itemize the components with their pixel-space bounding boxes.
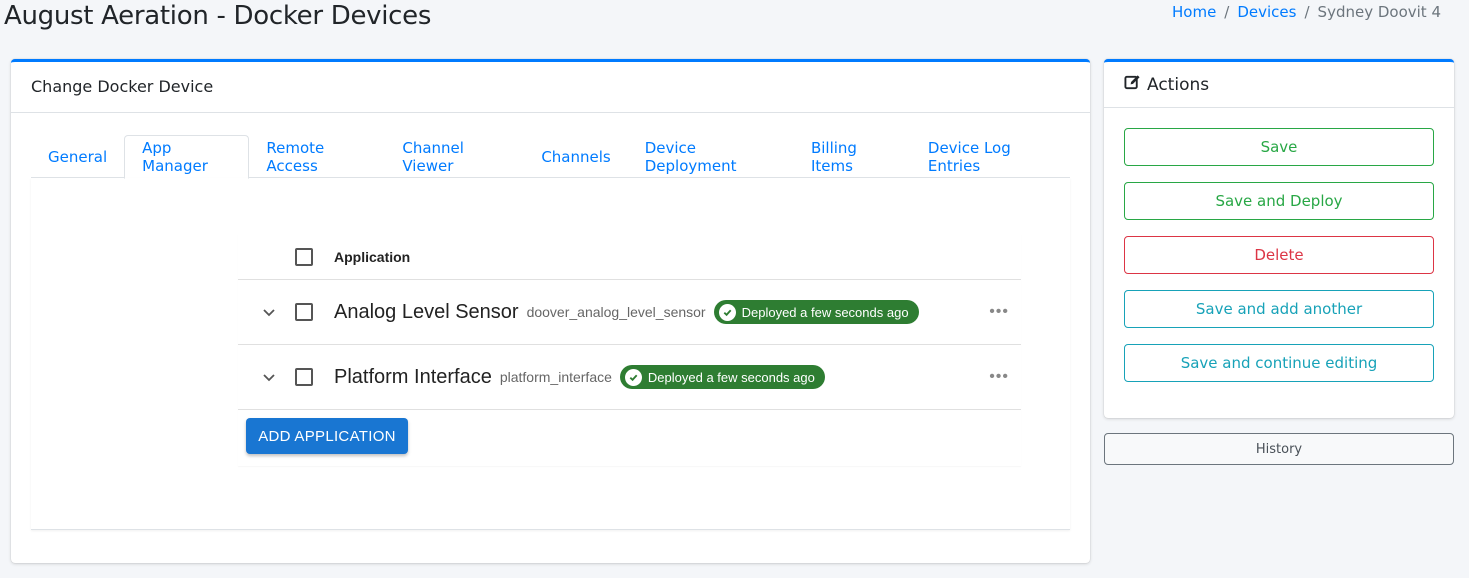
add-application-button[interactable]: ADD APPLICATION [246, 418, 408, 454]
column-header-application: Application [334, 248, 411, 265]
save-and-add-another-button[interactable]: Save and add another [1124, 290, 1434, 328]
breadcrumb-separator: / [1224, 3, 1230, 21]
table-row[interactable]: Analog Level Sensor doover_analog_level_… [238, 280, 1021, 345]
tab-remote-access[interactable]: Remote Access [249, 135, 385, 178]
card-header: Change Docker Device [11, 62, 1090, 113]
page-title: August Aeration - Docker Devices [4, 1, 432, 31]
status-text: Deployed a few seconds ago [741, 304, 909, 320]
breadcrumb-current: Sydney Doovit 4 [1317, 3, 1441, 21]
actions-card: Actions Save Save and Deploy Delete Save… [1104, 59, 1454, 418]
column-header-cell: Application [334, 249, 410, 265]
app-table: Application Analog Level Sensor doover_a… [238, 234, 1021, 466]
tab-general[interactable]: General [31, 135, 124, 178]
add-row: ADD APPLICATION [238, 410, 1021, 466]
select-all-checkbox[interactable] [295, 247, 313, 266]
tab-bar: General App Manager Remote Access Channe… [31, 135, 1070, 179]
save-button[interactable]: Save [1124, 128, 1434, 166]
check-circle-icon [624, 368, 642, 386]
breadcrumb-separator: / [1304, 3, 1310, 21]
save-and-continue-button[interactable]: Save and continue editing [1124, 344, 1434, 382]
edit-icon [1124, 74, 1141, 96]
table-row[interactable]: Platform Interface platform_interface De… [238, 345, 1021, 410]
tab-device-log-entries[interactable]: Device Log Entries [911, 135, 1070, 178]
app-cell: Platform Interface platform_interface De… [334, 365, 825, 389]
save-and-deploy-button[interactable]: Save and Deploy [1124, 182, 1434, 220]
tab-device-deployment[interactable]: Device Deployment [628, 135, 794, 178]
app-name: Analog Level Sensor [334, 300, 519, 323]
tab-pane-app-manager: Application Analog Level Sensor doover_a… [31, 178, 1070, 530]
app-cell: Analog Level Sensor doover_analog_level_… [334, 300, 919, 324]
app-id: platform_interface [499, 369, 612, 385]
actions-header: Actions [1104, 62, 1454, 108]
ellipsis-icon[interactable]: ••• [989, 303, 1009, 321]
row-checkbox[interactable] [295, 368, 313, 386]
table-header-row: Application [238, 234, 1021, 280]
breadcrumb-home-link[interactable]: Home [1172, 3, 1216, 21]
tab-channels[interactable]: Channels [524, 135, 627, 178]
breadcrumb-devices-link[interactable]: Devices [1237, 3, 1296, 21]
app-id: doover_analog_level_sensor [526, 304, 706, 320]
tab-billing-items[interactable]: Billing Items [794, 135, 911, 178]
main-card: Change Docker Device General App Manager… [11, 59, 1090, 563]
status-badge: Deployed a few seconds ago [619, 365, 825, 389]
ellipsis-icon[interactable]: ••• [989, 368, 1009, 386]
actions-title: Actions [1147, 74, 1210, 95]
tab-app-manager[interactable]: App Manager [124, 135, 250, 179]
check-circle-icon [718, 303, 736, 321]
delete-button[interactable]: Delete [1124, 236, 1434, 274]
row-checkbox[interactable] [295, 303, 313, 321]
status-badge: Deployed a few seconds ago [713, 300, 919, 324]
tab-channel-viewer[interactable]: Channel Viewer [385, 135, 524, 178]
chevron-down-icon[interactable] [262, 305, 276, 319]
history-button[interactable]: History [1104, 433, 1454, 465]
status-text: Deployed a few seconds ago [647, 369, 815, 385]
breadcrumb: Home / Devices / Sydney Doovit 4 [1172, 3, 1441, 21]
app-name: Platform Interface [334, 365, 492, 388]
chevron-down-icon[interactable] [262, 370, 276, 384]
